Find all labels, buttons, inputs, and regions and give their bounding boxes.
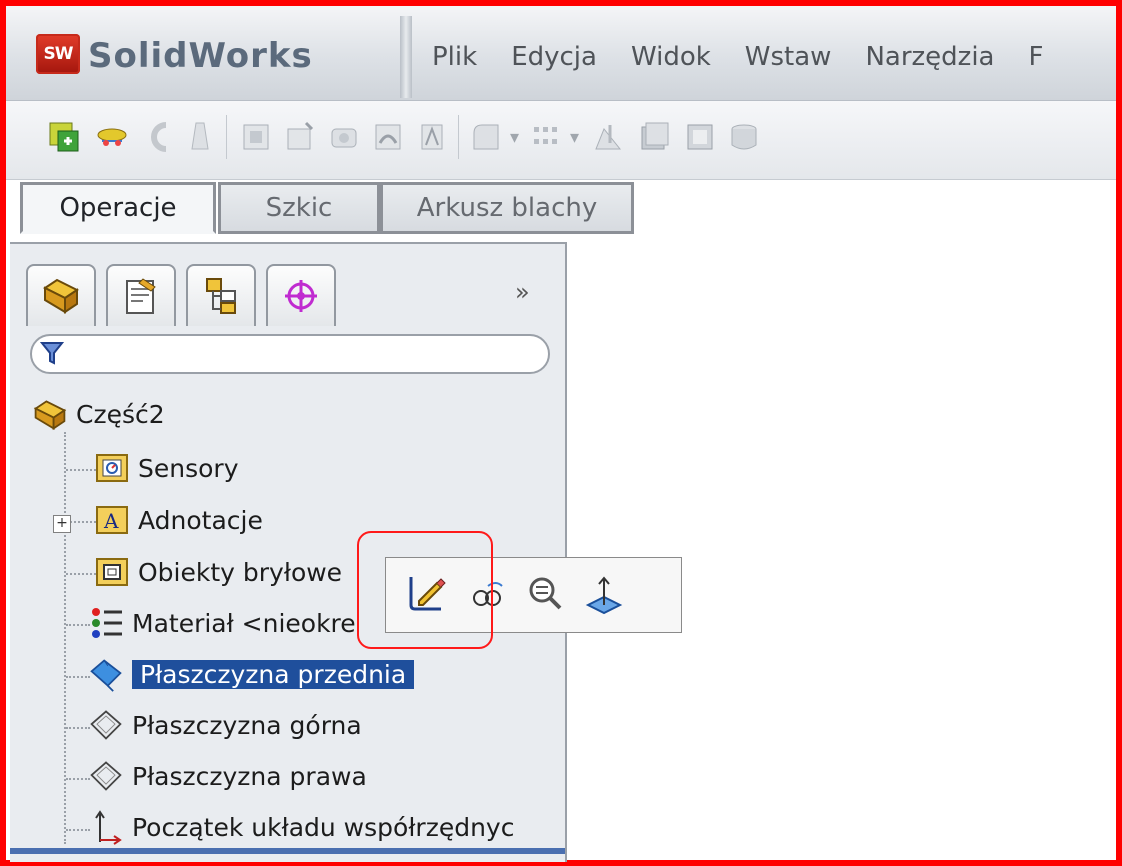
feature-manager-tab[interactable] xyxy=(26,264,96,326)
title-separator xyxy=(400,16,412,98)
tree-item-plaszczyzna-gorna[interactable]: Płaszczyzna górna xyxy=(88,705,362,745)
tree-item-label: Płaszczyzna przednia xyxy=(132,659,415,689)
normal-to-icon xyxy=(585,576,623,615)
part-icon xyxy=(32,397,68,431)
fillet-dropdown-icon[interactable]: ▾ xyxy=(510,127,519,148)
configuration-manager-icon xyxy=(206,278,236,314)
menu-tools[interactable]: Narzędzia xyxy=(865,42,994,72)
configuration-manager-tab[interactable] xyxy=(186,264,256,326)
pattern-dropdown-icon[interactable]: ▾ xyxy=(570,127,579,148)
tree-connector xyxy=(64,432,66,844)
linear-pattern-icon[interactable] xyxy=(528,119,564,155)
extruded-cut-icon[interactable] xyxy=(238,119,274,155)
tree-item-label: Płaszczyzna górna xyxy=(132,710,362,740)
plane-icon xyxy=(88,708,124,742)
tree-connector xyxy=(66,676,90,678)
tab-arkusz-blachy[interactable]: Arkusz blachy xyxy=(380,182,634,234)
revolved-boss-icon[interactable] xyxy=(94,119,130,155)
draft-icon[interactable] xyxy=(636,119,672,155)
adnotacje-expander[interactable]: + xyxy=(53,515,71,533)
tree-connector xyxy=(66,573,96,575)
tree-item-label: Początek układu współrzędnyc xyxy=(132,812,515,842)
lofted-cut-icon[interactable] xyxy=(414,119,450,155)
hole-wizard-icon[interactable] xyxy=(282,119,318,155)
revolved-cut-icon[interactable] xyxy=(326,119,362,155)
tree-item-sensory[interactable]: Sensory xyxy=(94,448,239,488)
tree-connector xyxy=(66,829,90,831)
tree-item-label: Płaszczyzna prawa xyxy=(132,761,367,791)
tree-item-poczatek-ukladu[interactable]: Początek układu współrzędnyc xyxy=(88,807,514,847)
zoom-to-selection-button[interactable] xyxy=(520,568,572,620)
dimxpert-tab[interactable] xyxy=(266,264,336,326)
panel-scrollbar-edge xyxy=(10,848,565,854)
tab-operacje[interactable]: Operacje xyxy=(20,182,216,234)
swept-boss-icon[interactable] xyxy=(140,119,176,155)
menu-more[interactable]: F xyxy=(1028,42,1043,72)
normal-to-button[interactable] xyxy=(578,568,630,620)
property-manager-icon xyxy=(126,278,156,314)
lofted-boss-icon[interactable] xyxy=(182,119,218,155)
property-manager-tab[interactable] xyxy=(106,264,176,326)
toolbar-separator xyxy=(458,115,459,159)
title-bar: SW SolidWorks Plik Edycja Widok Wstaw Na… xyxy=(6,6,1116,101)
shell-icon[interactable] xyxy=(682,119,718,155)
tree-connector xyxy=(66,469,96,471)
plane-icon xyxy=(88,759,124,793)
tree-item-label: Materiał <nieokre xyxy=(132,608,356,638)
tree-item-plaszczyzna-prawa[interactable]: Płaszczyzna prawa xyxy=(88,756,367,796)
extruded-boss-icon[interactable] xyxy=(46,119,82,155)
app-title: SolidWorks xyxy=(88,36,313,76)
menu-insert[interactable]: Wstaw xyxy=(745,42,832,72)
solidworks-logo-badge: SW xyxy=(36,34,80,74)
tree-item-label: Sensory xyxy=(138,453,239,483)
tree-item-label: Adnotacje xyxy=(138,505,263,535)
fillet-icon[interactable] xyxy=(468,119,504,155)
command-manager-tabs: Operacje Szkic Arkusz blachy xyxy=(6,180,1116,242)
tree-root-part[interactable]: Część2 xyxy=(32,394,165,434)
tree-item-obiekty-brylowe[interactable]: Obiekty bryłowe xyxy=(94,552,342,592)
dimxpert-icon xyxy=(285,280,317,312)
material-icon xyxy=(88,606,124,640)
tree-connector xyxy=(66,727,90,729)
menu-view[interactable]: Widok xyxy=(631,42,711,72)
solid-bodies-folder-icon xyxy=(94,555,130,589)
swept-cut-icon[interactable] xyxy=(370,119,406,155)
tree-filter-input[interactable] xyxy=(30,334,550,374)
menu-file[interactable]: Plik xyxy=(432,42,477,72)
tree-item-label: Obiekty bryłowe xyxy=(138,557,343,587)
tree-item-label: Część2 xyxy=(76,399,165,429)
rib-icon[interactable] xyxy=(590,119,626,155)
wrap-icon[interactable] xyxy=(726,119,762,155)
filter-icon xyxy=(39,341,65,373)
tree-item-material[interactable]: Materiał <nieokre xyxy=(88,603,356,643)
menu-edit[interactable]: Edycja xyxy=(511,42,597,72)
zoom-to-selection-icon xyxy=(529,577,562,610)
tree-connector xyxy=(66,778,90,780)
edit-sketch-highlight-annotation xyxy=(357,531,493,649)
plane-icon xyxy=(88,657,124,692)
svg-text:A: A xyxy=(103,509,119,533)
annotations-folder-icon: A xyxy=(94,503,130,537)
menu-bar: Plik Edycja Widok Wstaw Narzędzia F xyxy=(432,42,1077,72)
command-toolbar: ▾ ▾ xyxy=(6,101,1116,180)
expand-panel-button[interactable]: » xyxy=(515,278,530,306)
origin-icon xyxy=(88,810,124,845)
tree-item-adnotacje[interactable]: A Adnotacje xyxy=(94,500,263,540)
sensor-folder-icon xyxy=(94,451,130,485)
tree-connector xyxy=(66,624,90,626)
tab-szkic[interactable]: Szkic xyxy=(218,182,380,234)
tree-item-plaszczyzna-przednia[interactable]: Płaszczyzna przednia xyxy=(88,654,415,694)
feature-manager-icon xyxy=(43,278,79,314)
toolbar-separator xyxy=(226,115,227,159)
